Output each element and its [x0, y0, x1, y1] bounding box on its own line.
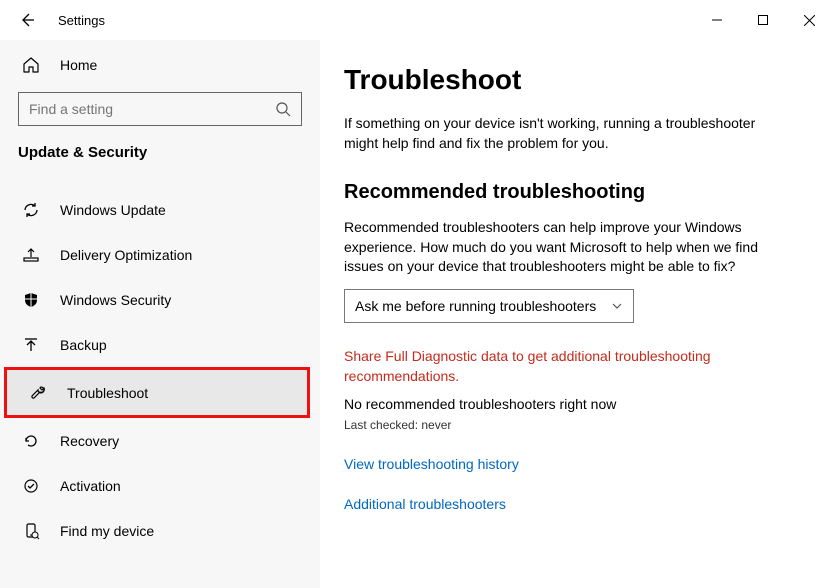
section-desc: Recommended troubleshooters can help imp…	[344, 218, 774, 277]
shield-icon	[22, 291, 40, 309]
sidebar-item-label: Troubleshoot	[67, 385, 148, 401]
sidebar-item-label: Backup	[60, 337, 107, 353]
page-title: Troubleshoot	[344, 64, 812, 96]
chevron-down-icon	[611, 300, 623, 312]
back-button[interactable]	[16, 12, 38, 28]
sidebar-item-activation[interactable]: Activation	[0, 463, 320, 508]
sidebar-item-label: Delivery Optimization	[60, 247, 192, 263]
recovery-icon	[22, 432, 40, 450]
highlight-annotation: Troubleshoot	[4, 367, 310, 418]
sync-icon	[22, 201, 40, 219]
home-icon	[22, 56, 40, 74]
sidebar-item-windows-update[interactable]: Windows Update	[0, 187, 320, 232]
backup-icon	[22, 336, 40, 354]
sidebar-item-label: Find my device	[60, 523, 154, 539]
sidebar-item-recovery[interactable]: Recovery	[0, 418, 320, 463]
additional-troubleshooters-link[interactable]: Additional troubleshooters	[344, 496, 812, 512]
close-button[interactable]	[786, 4, 832, 36]
dropdown-value: Ask me before running troubleshooters	[355, 298, 596, 314]
sidebar-item-label: Windows Security	[60, 292, 171, 308]
sidebar-item-label: Activation	[60, 478, 121, 494]
sidebar-item-label: Windows Update	[60, 202, 166, 218]
window-title: Settings	[58, 13, 105, 28]
search-icon	[275, 101, 291, 117]
home-nav[interactable]: Home	[0, 46, 320, 84]
troubleshoot-preference-dropdown[interactable]: Ask me before running troubleshooters	[344, 289, 634, 323]
wrench-icon	[29, 384, 47, 402]
home-label: Home	[60, 57, 97, 73]
sidebar-item-find-my-device[interactable]: Find my device	[0, 508, 320, 553]
sidebar-item-troubleshoot[interactable]: Troubleshoot	[7, 370, 307, 415]
intro-text: If something on your device isn't workin…	[344, 114, 774, 153]
sidebar: Home Update & Security Windows Update	[0, 40, 320, 588]
sidebar-item-label: Recovery	[60, 433, 119, 449]
status-text: No recommended troubleshooters right now	[344, 396, 812, 412]
sidebar-item-windows-security[interactable]: Windows Security	[0, 277, 320, 322]
delivery-icon	[22, 246, 40, 264]
main-content: Troubleshoot If something on your device…	[320, 40, 836, 588]
maximize-button[interactable]	[740, 4, 786, 36]
search-input[interactable]	[18, 92, 302, 126]
section-header: Update & Security	[0, 144, 320, 171]
find-device-icon	[22, 522, 40, 540]
view-history-link[interactable]: View troubleshooting history	[344, 456, 812, 472]
last-checked-text: Last checked: never	[344, 418, 812, 432]
minimize-button[interactable]	[694, 4, 740, 36]
sidebar-item-backup[interactable]: Backup	[0, 322, 320, 367]
activation-icon	[22, 477, 40, 495]
search-field[interactable]	[29, 101, 275, 117]
section-subheading: Recommended troubleshooting	[344, 181, 812, 204]
diagnostic-warning: Share Full Diagnostic data to get additi…	[344, 347, 744, 386]
sidebar-item-delivery-optimization[interactable]: Delivery Optimization	[0, 232, 320, 277]
titlebar: Settings	[0, 0, 836, 40]
